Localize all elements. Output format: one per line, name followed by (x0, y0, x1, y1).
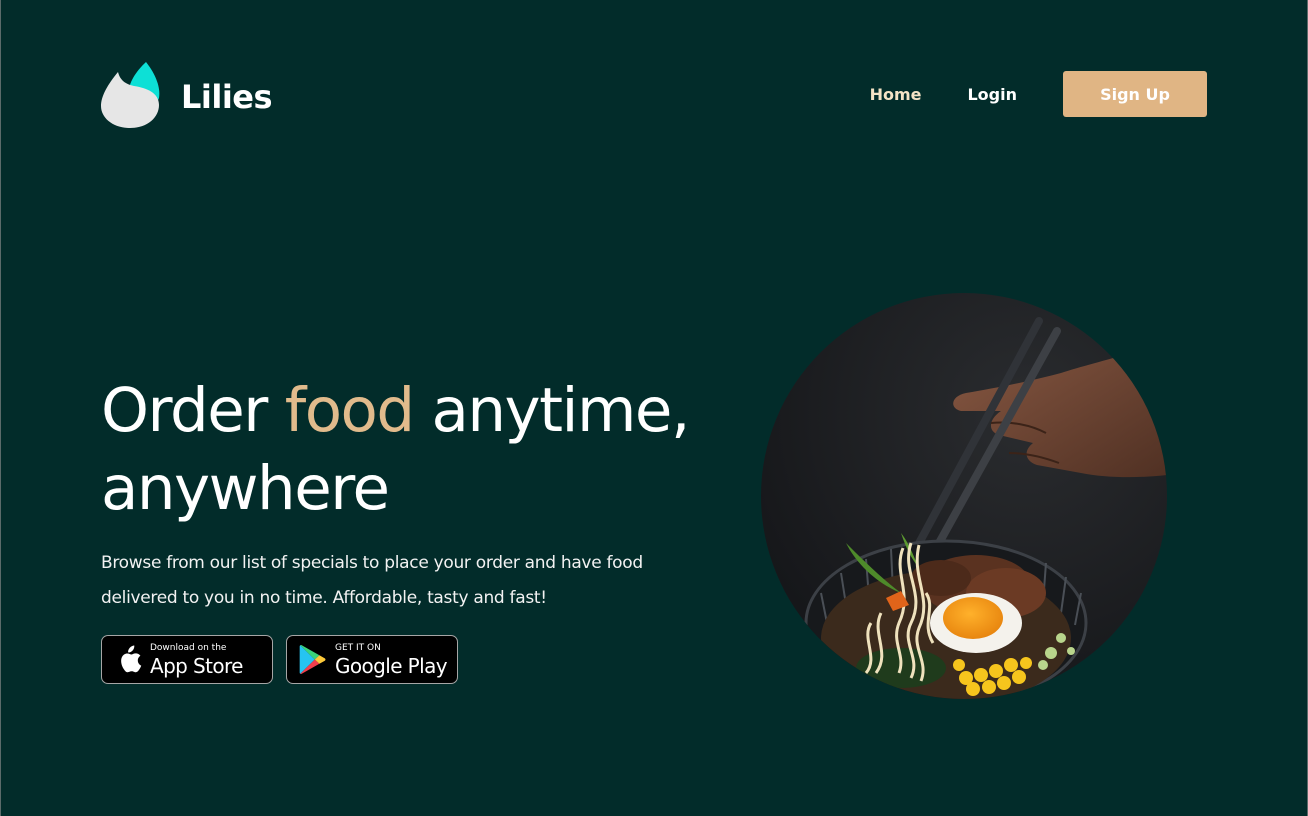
google-play-badge-text: GET IT ON Google Play (335, 642, 448, 678)
hero-description-line2: delivered to you in no time. Affordable,… (101, 588, 547, 608)
hero-title-line2: anywhere (101, 453, 390, 524)
app-store-big-label: App Store (150, 653, 244, 678)
app-store-badge-text: Download on the App Store (150, 642, 244, 678)
google-play-small-label: GET IT ON (335, 642, 381, 653)
hero-title-accent: food (284, 375, 415, 446)
hero-description: Browse from our list of specials to plac… (101, 546, 741, 616)
google-play-icon (299, 645, 326, 674)
leaf-drop-logo-icon (101, 62, 160, 128)
app-store-small-label: Download on the (150, 642, 227, 653)
hero-title: Order food anytime, anywhere (101, 372, 690, 528)
top-nav: Home Login Sign Up (870, 71, 1207, 117)
hero-title-part1: Order (101, 375, 285, 446)
hero-description-line1: Browse from our list of specials to plac… (101, 553, 643, 573)
google-play-big-label: Google Play (335, 653, 448, 678)
ramen-bowl-illustration (761, 293, 1167, 699)
store-badges: Download on the App Store GET IT ON Goog… (101, 635, 458, 684)
google-play-badge[interactable]: GET IT ON Google Play (286, 635, 458, 684)
sign-up-button[interactable]: Sign Up (1063, 71, 1207, 117)
nav-login-link[interactable]: Login (967, 85, 1017, 104)
apple-icon (121, 645, 142, 673)
nav-home-link[interactable]: Home (870, 85, 922, 104)
app-store-badge[interactable]: Download on the App Store (101, 635, 273, 684)
hero-title-part2: anytime, (413, 375, 690, 446)
ramen-bowl-image (761, 293, 1167, 699)
brand-name: Lilies (181, 78, 273, 116)
logo[interactable]: Lilies (101, 60, 273, 130)
